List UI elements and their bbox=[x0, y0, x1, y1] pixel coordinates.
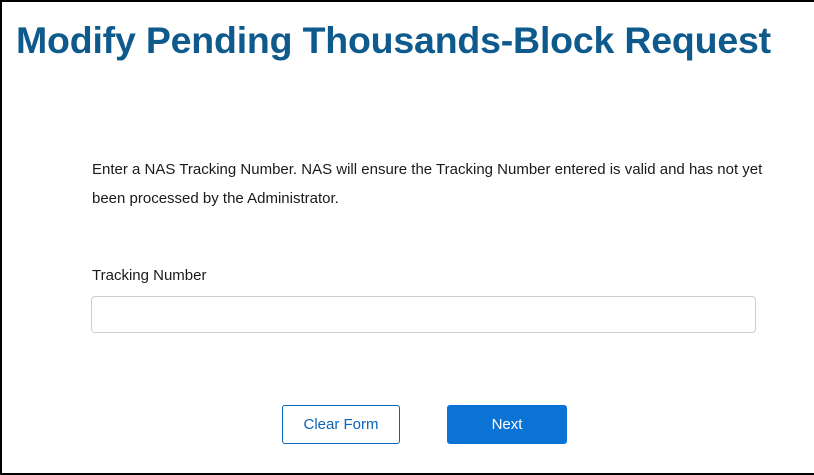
page-frame: Modify Pending Thousands-Block Request E… bbox=[0, 0, 814, 475]
tracking-number-label: Tracking Number bbox=[92, 267, 207, 284]
page-title: Modify Pending Thousands-Block Request bbox=[16, 19, 771, 61]
next-button[interactable]: Next bbox=[447, 405, 567, 444]
instructions-text: Enter a NAS Tracking Number. NAS will en… bbox=[92, 161, 763, 207]
tracking-number-input[interactable] bbox=[91, 296, 756, 333]
clear-form-button[interactable]: Clear Form bbox=[282, 405, 400, 444]
